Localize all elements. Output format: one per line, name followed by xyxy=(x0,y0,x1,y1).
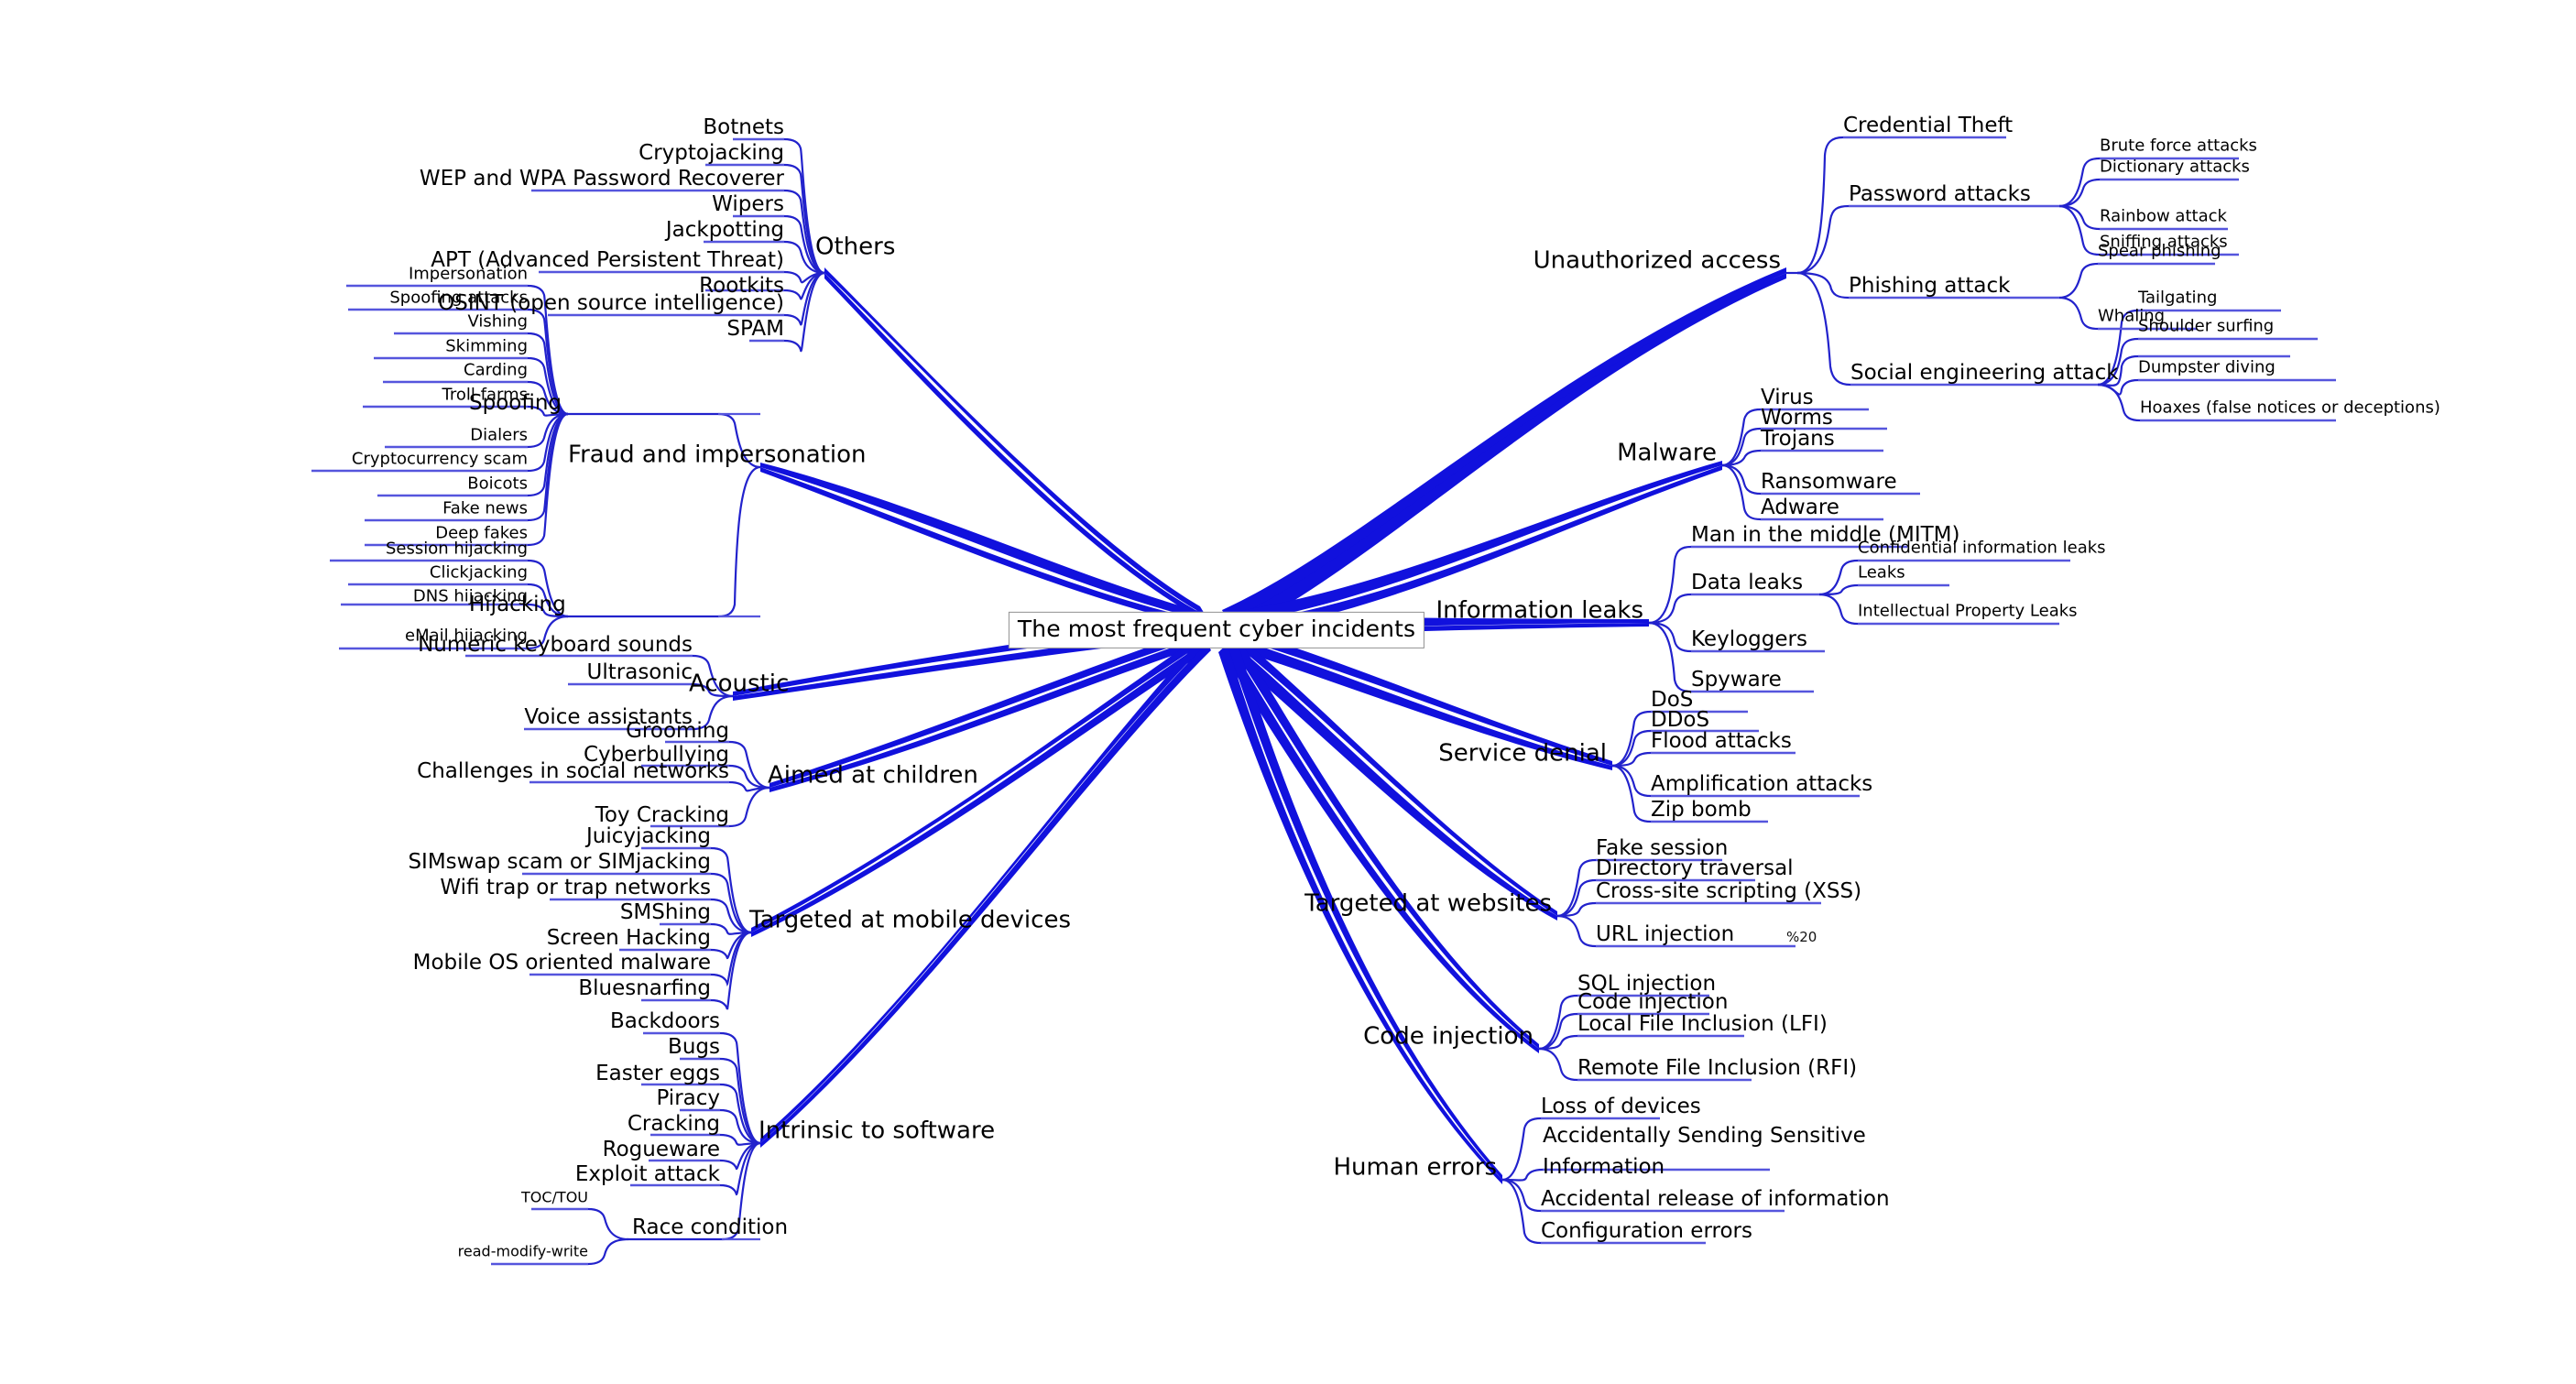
node-simswap-scam[interactable]: SIMswap scam or SIMjacking xyxy=(408,851,711,873)
node-numeric-keyboard-sounds[interactable]: Numeric keyboard sounds xyxy=(418,634,693,656)
node-cryptojacking[interactable]: Cryptojacking xyxy=(639,142,784,164)
node-spear-phishing[interactable]: Spear phishing xyxy=(2098,243,2221,261)
branch-malware[interactable]: Malware xyxy=(1617,441,1717,466)
node-social-engineering-attack[interactable]: Social engineering attack xyxy=(1850,362,2119,384)
node-cryptocurrency-scam[interactable]: Cryptocurrency scam xyxy=(352,451,528,469)
node-wep-wpa-password-recoverer[interactable]: WEP and WPA Password Recoverer xyxy=(420,168,784,190)
node-confidential-information-leaks[interactable]: Confidential information leaks xyxy=(1858,539,2106,558)
node-hoaxes[interactable]: Hoaxes (false notices or deceptions) xyxy=(2140,399,2440,418)
node-boicots[interactable]: Boicots xyxy=(467,475,528,494)
node-spyware[interactable]: Spyware xyxy=(1691,669,1782,691)
node-wifi-trap[interactable]: Wifi trap or trap networks xyxy=(440,877,711,899)
node-accidentally-sending-sensitive[interactable]: Accidentally Sending Sensitive xyxy=(1543,1125,1866,1147)
node-backdoors[interactable]: Backdoors xyxy=(610,1010,720,1032)
branch-intrinsic-to-software[interactable]: Intrinsic to software xyxy=(759,1118,995,1144)
node-smshing[interactable]: SMShing xyxy=(620,901,711,923)
root-node[interactable]: The most frequent cyber incidents xyxy=(1008,611,1425,649)
node-wipers[interactable]: Wipers xyxy=(712,193,784,215)
node-bluesnarfing[interactable]: Bluesnarfing xyxy=(578,977,711,999)
node-amplification-attacks[interactable]: Amplification attacks xyxy=(1651,773,1872,795)
node-credential-theft[interactable]: Credential Theft xyxy=(1843,114,2013,136)
branch-aimed-at-children[interactable]: Aimed at children xyxy=(768,763,978,789)
node-brute-force-attacks[interactable]: Brute force attacks xyxy=(2100,137,2257,156)
node-juicyjacking[interactable]: Juicyjacking xyxy=(586,825,711,847)
node-skimming[interactable]: Skimming xyxy=(445,338,528,356)
note-url-injection-percent20: %20 xyxy=(1786,929,1817,946)
node-adware[interactable]: Adware xyxy=(1761,496,1839,518)
node-impersonation[interactable]: Impersonation xyxy=(409,266,528,284)
node-worms[interactable]: Worms xyxy=(1761,407,1833,429)
node-read-modify-write[interactable]: read-modify-write xyxy=(458,1244,588,1260)
branch-information-leaks[interactable]: Information leaks xyxy=(1435,598,1643,624)
node-piracy[interactable]: Piracy xyxy=(656,1087,720,1109)
branch-code-injection[interactable]: Code injection xyxy=(1363,1024,1534,1050)
node-toy-cracking[interactable]: Toy Cracking xyxy=(595,804,729,826)
branch-fraud-and-impersonation[interactable]: Fraud and impersonation xyxy=(568,442,867,468)
node-exploit-attack[interactable]: Exploit attack xyxy=(575,1163,720,1185)
node-directory-traversal[interactable]: Directory traversal xyxy=(1596,857,1794,879)
node-url-injection[interactable]: URL injection xyxy=(1596,923,1734,945)
node-session-hijacking[interactable]: Session hijacking xyxy=(386,540,528,559)
node-screen-hacking[interactable]: Screen Hacking xyxy=(547,927,711,949)
node-dialers[interactable]: Dialers xyxy=(470,427,528,445)
node-code-injection-child[interactable]: Code injection xyxy=(1577,991,1728,1013)
node-botnets[interactable]: Botnets xyxy=(703,116,784,138)
node-cross-site-scripting[interactable]: Cross-site scripting (XSS) xyxy=(1596,880,1861,902)
branch-targeted-at-websites[interactable]: Targeted at websites xyxy=(1304,891,1552,917)
node-remote-file-inclusion[interactable]: Remote File Inclusion (RFI) xyxy=(1577,1057,1857,1079)
node-ransomware[interactable]: Ransomware xyxy=(1761,471,1897,493)
node-clickjacking[interactable]: Clickjacking xyxy=(430,564,528,583)
node-accidental-release-of-information[interactable]: Accidental release of information xyxy=(1541,1188,1890,1210)
node-intellectual-property-leaks[interactable]: Intellectual Property Leaks xyxy=(1858,603,2078,621)
node-easter-eggs[interactable]: Easter eggs xyxy=(595,1063,720,1084)
node-grooming[interactable]: Grooming xyxy=(626,720,729,742)
node-password-attacks[interactable]: Password attacks xyxy=(1849,183,2031,205)
node-spam[interactable]: SPAM xyxy=(726,318,784,340)
node-fake-news[interactable]: Fake news xyxy=(442,500,528,518)
node-local-file-inclusion[interactable]: Local File Inclusion (LFI) xyxy=(1577,1013,1828,1035)
node-race-condition[interactable]: Race condition xyxy=(632,1216,788,1238)
node-ultrasonic[interactable]: Ultrasonic xyxy=(587,661,693,683)
node-toc-tou[interactable]: TOC/TOU xyxy=(521,1190,588,1206)
node-jackpotting[interactable]: Jackpotting xyxy=(666,219,784,241)
node-ddos[interactable]: DDoS xyxy=(1651,709,1709,731)
main-branch-edges xyxy=(733,267,1786,1184)
node-troll-farms[interactable]: Troll farms xyxy=(442,387,528,405)
branch-acoustic[interactable]: Acoustic xyxy=(689,671,789,697)
node-tailgating[interactable]: Tailgating xyxy=(2138,289,2217,308)
node-rogueware[interactable]: Rogueware xyxy=(603,1139,720,1161)
node-spoofing-attacks[interactable]: Spoofing attacks xyxy=(389,289,528,308)
branch-targeted-at-mobile-devices[interactable]: Targeted at mobile devices xyxy=(749,908,1071,933)
node-dictionary-attacks[interactable]: Dictionary attacks xyxy=(2100,158,2250,177)
node-vishing[interactable]: Vishing xyxy=(467,313,528,332)
node-configuration-errors[interactable]: Configuration errors xyxy=(1541,1220,1752,1242)
branch-service-denial[interactable]: Service denial xyxy=(1438,741,1607,767)
node-rainbow-attack[interactable]: Rainbow attack xyxy=(2100,208,2227,226)
node-mobile-os-oriented-malware[interactable]: Mobile OS oriented malware xyxy=(413,952,711,974)
node-dns-hijacking[interactable]: DNS hijacking xyxy=(413,588,528,606)
branch-human-errors[interactable]: Human errors xyxy=(1333,1155,1497,1181)
node-leaks[interactable]: Leaks xyxy=(1858,564,1905,583)
node-shoulder-surfing[interactable]: Shoulder surfing xyxy=(2138,318,2274,336)
node-flood-attacks[interactable]: Flood attacks xyxy=(1651,730,1792,752)
node-trojans[interactable]: Trojans xyxy=(1761,428,1835,450)
node-information[interactable]: Information xyxy=(1543,1156,1665,1178)
node-loss-of-devices[interactable]: Loss of devices xyxy=(1541,1095,1701,1117)
mindmap-canvas: The most frequent cyber incidents Unauth… xyxy=(0,0,2576,1384)
node-keyloggers[interactable]: Keyloggers xyxy=(1691,628,1807,650)
node-data-leaks[interactable]: Data leaks xyxy=(1691,572,1803,594)
node-phishing-attack[interactable]: Phishing attack xyxy=(1849,275,2010,297)
branch-others[interactable]: Others xyxy=(815,234,895,260)
node-dumpster-diving[interactable]: Dumpster diving xyxy=(2138,359,2276,377)
node-zip-bomb[interactable]: Zip bomb xyxy=(1651,799,1752,821)
branch-unauthorized-access[interactable]: Unauthorized access xyxy=(1534,248,1781,274)
node-bugs[interactable]: Bugs xyxy=(668,1036,720,1058)
node-challenges-in-social-networks[interactable]: Challenges in social networks xyxy=(417,760,729,782)
node-cracking[interactable]: Cracking xyxy=(628,1113,720,1135)
node-carding[interactable]: Carding xyxy=(464,362,528,380)
